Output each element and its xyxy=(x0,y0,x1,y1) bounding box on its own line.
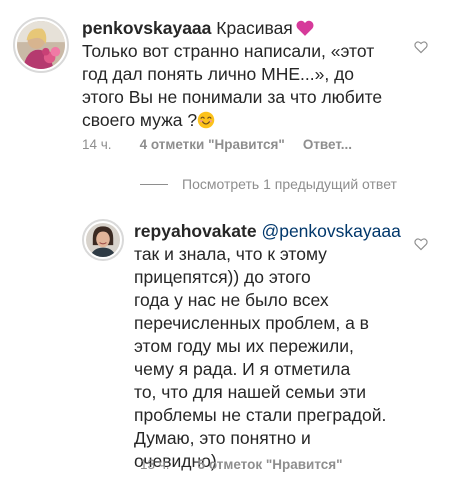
reply-username[interactable]: repyahovakate xyxy=(134,221,257,241)
reply-mention[interactable]: @penkovskayaaa xyxy=(261,221,400,241)
reply-line-8: проблемы не стали преградой. xyxy=(134,405,387,425)
like-comment-heart-icon[interactable] xyxy=(414,40,428,54)
comment-line-4: своего мужа ? xyxy=(82,110,198,130)
smiling-face-icon xyxy=(197,111,215,129)
comment-meta: 14 ч. 4 отметки "Нравится" Ответ... xyxy=(82,137,352,152)
comment-line-3: этого Вы не понимали за что любите xyxy=(82,87,383,107)
avatar-repyahovakate[interactable] xyxy=(82,219,124,261)
reply-likes-count[interactable]: 5 отметок "Нравится" xyxy=(198,457,343,472)
comment-lead: Красивая xyxy=(216,18,293,38)
view-previous-replies-button[interactable]: Посмотреть 1 предыдущий ответ xyxy=(140,176,397,192)
reply-time: 13 ч. xyxy=(140,457,170,472)
comment-time: 14 ч. xyxy=(82,137,112,152)
purple-heart-icon xyxy=(296,20,314,36)
avatar-penkovskayaaa[interactable] xyxy=(13,17,69,73)
reply-button[interactable]: Ответ... xyxy=(303,137,352,152)
like-reply-heart-icon[interactable] xyxy=(414,237,428,251)
replies-divider-line xyxy=(140,183,168,185)
avatar-photo xyxy=(17,21,65,69)
reply-line-3: года у нас не было всех xyxy=(134,290,329,310)
reply-line-6: чему я рада. И я отметила xyxy=(134,359,351,379)
view-previous-replies-label: Посмотреть 1 предыдущий ответ xyxy=(182,176,397,192)
comment-likes-count[interactable]: 4 отметки "Нравится" xyxy=(140,137,285,152)
reply-text: repyahovakate @penkovskayaaa так и знала… xyxy=(134,220,414,473)
reply-line-5: этом году мы их пережили, xyxy=(134,336,354,356)
avatar-photo-image xyxy=(17,21,65,69)
avatar-photo xyxy=(86,223,120,257)
reply-meta: 13 ч. 5 отметок "Нравится" xyxy=(140,457,361,472)
reply-line-4: перечисленных проблем, а в xyxy=(134,313,369,333)
reply-line-9: Думаю, это понятно и xyxy=(134,428,311,448)
reply-line-1: так и знала, что к этому xyxy=(134,244,327,264)
comment-text: penkovskayaaa Красивая Только вот странн… xyxy=(82,17,412,132)
reply-line-7: то, что для нашей семьи эти xyxy=(134,382,366,402)
comment-username[interactable]: penkovskayaaa xyxy=(82,18,211,38)
reply-line-2: прицепятся)) до этого xyxy=(134,267,311,287)
comment-line-2: год дал понять лично МНЕ...», до xyxy=(82,64,355,84)
comment-line-1: Только вот странно написали, «этот xyxy=(82,41,375,61)
avatar-photo-image xyxy=(86,223,120,257)
